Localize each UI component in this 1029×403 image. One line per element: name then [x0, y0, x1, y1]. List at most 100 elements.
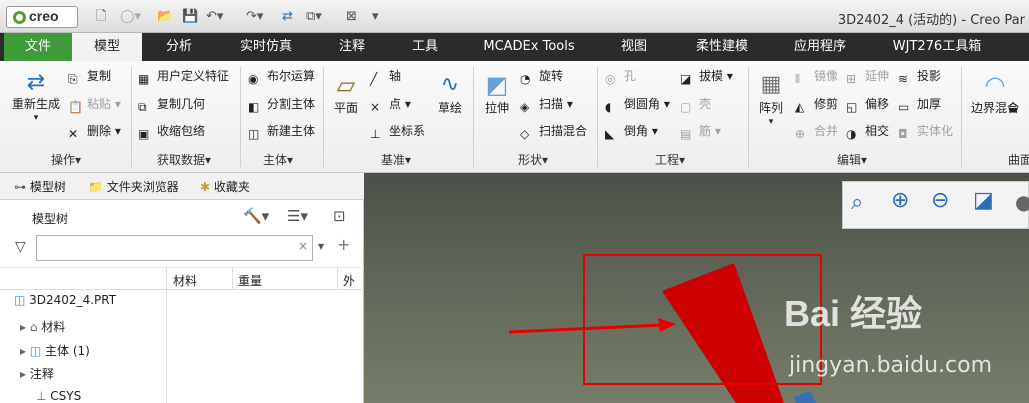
- delete-button[interactable]: ✕ 删除 ▾: [68, 123, 121, 142]
- group-operations[interactable]: 操作▾: [51, 151, 81, 168]
- rib-button[interactable]: ▤ 筋 ▾: [680, 123, 721, 142]
- graphics-viewport[interactable]: ⌕ ⊕ ⊖ ◪ ● Bai 经验 jingyan.baidu.com: [364, 173, 1029, 403]
- offset-icon: ◱: [846, 100, 858, 114]
- solidify-button[interactable]: ◘ 实体化: [898, 123, 953, 142]
- undo-icon[interactable]: ↶▾: [206, 8, 223, 26]
- pattern-button[interactable]: ▦ 阵列 ▾: [754, 69, 788, 129]
- tree-title: 模型树: [32, 212, 69, 226]
- separator: [597, 67, 598, 167]
- window-title: 3D2402_4 (活动的) - Creo Par: [837, 13, 1025, 28]
- tab-annotate[interactable]: 注释: [322, 33, 382, 61]
- separator: [748, 67, 749, 167]
- copy-button[interactable]: ⎘ 复制: [68, 68, 111, 87]
- swept-blend-button[interactable]: ◇ 扫描混合: [520, 123, 587, 142]
- revolve-button[interactable]: ◔ 旋转: [520, 68, 563, 87]
- column-more[interactable]: 外: [343, 272, 355, 289]
- swept-blend-icon: ◇: [520, 127, 530, 141]
- clear-search-icon[interactable]: ×: [298, 239, 308, 253]
- extrude-button[interactable]: ◩ 拉伸: [478, 69, 516, 115]
- filter-icon[interactable]: ▽: [15, 239, 26, 255]
- paste-button[interactable]: 📋 粘贴 ▾: [68, 96, 121, 115]
- tab-favorites[interactable]: ✱ 收藏夹: [200, 178, 250, 195]
- project-button[interactable]: ≋ 投影: [898, 68, 941, 87]
- udf-button[interactable]: ▦ 用户定义特征: [138, 68, 229, 87]
- round-button[interactable]: ◖ 倒圆角 ▾: [605, 96, 670, 115]
- tree-item-part[interactable]: ◫ 3D2402_4.PRT: [14, 293, 116, 307]
- tab-live-simulation[interactable]: 实时仿真: [226, 33, 306, 61]
- model-tree-panel: ⊶ 模型树 📁 文件夹浏览器 ✱ 收藏夹 模型树 🔨▾ ☰▾ ⊡ ▽ × ▾ +…: [0, 173, 364, 403]
- tree-item-csys[interactable]: ⊥ CSYS: [36, 389, 81, 403]
- group-get-data[interactable]: 获取数据▾: [157, 151, 211, 168]
- group-engineering[interactable]: 工程▾: [655, 151, 685, 168]
- separator: [961, 67, 962, 167]
- body-icon: ◫: [29, 344, 45, 358]
- shrinkwrap-button[interactable]: ▣ 收缩包络: [138, 123, 205, 142]
- close-window-icon[interactable]: ⊠: [346, 8, 357, 26]
- tree-filter-icon[interactable]: ⊡: [333, 207, 346, 225]
- split-body-button[interactable]: ◧ 分割主体: [248, 96, 315, 115]
- tab-flexible-modeling[interactable]: 柔性建模: [684, 33, 760, 61]
- open-folder-icon[interactable]: 📂: [157, 8, 173, 26]
- plane-button[interactable]: ▱ 平面: [328, 69, 364, 115]
- surface-more-button[interactable]: ◒: [1008, 96, 1027, 115]
- regenerate-icon[interactable]: ⇄: [282, 8, 293, 26]
- new-body-button[interactable]: ◫ 新建主体: [248, 123, 315, 142]
- axis-button[interactable]: ╱ 轴: [370, 68, 401, 87]
- tree-item-body[interactable]: ▸ ◫ 主体 (1): [20, 342, 90, 359]
- hole-button[interactable]: ◎ 孔: [605, 68, 636, 87]
- tab-wjt276-toolbox[interactable]: WJT276工具箱: [880, 33, 994, 61]
- new-file-icon[interactable]: 🗋: [96, 8, 106, 26]
- project-icon: ≋: [898, 72, 909, 86]
- offset-button[interactable]: ◱ 偏移: [846, 96, 889, 115]
- open-recent-icon[interactable]: ◯▾: [120, 8, 141, 26]
- merge-button[interactable]: ⊕ 合并: [795, 123, 838, 142]
- tree-tools-icon[interactable]: 🔨▾: [243, 207, 269, 225]
- csys-button[interactable]: ⊥ 坐标系: [370, 123, 425, 142]
- windows-icon[interactable]: ⧉▾: [306, 8, 322, 26]
- tab-model-tree[interactable]: ⊶ 模型树: [14, 178, 66, 195]
- title-bar: creo 🗋 ◯▾ 📂 💾 ↶▾ ↷▾ ⇄ ⧉▾ ⊠ ▾ 3D2402_4 (活…: [0, 0, 1029, 33]
- copy-geometry-button[interactable]: ⧉ 复制几何: [138, 96, 205, 115]
- shell-button[interactable]: ▢ 壳: [680, 96, 711, 115]
- chamfer-button[interactable]: ◣ 倒角 ▾: [605, 123, 658, 142]
- group-editing[interactable]: 编辑▾: [837, 151, 867, 168]
- column-weight[interactable]: 重量: [238, 272, 262, 289]
- group-body[interactable]: 主体▾: [263, 151, 293, 168]
- group-datum[interactable]: 基准▾: [381, 151, 411, 168]
- mirror-icon: ⫴: [795, 72, 801, 86]
- sweep-button[interactable]: ◈ 扫描 ▾: [520, 96, 573, 115]
- tab-tools[interactable]: 工具: [396, 33, 454, 61]
- tab-folder-browser[interactable]: 📁 文件夹浏览器: [88, 178, 179, 195]
- merge-icon: ⊕: [795, 127, 806, 141]
- tab-applications[interactable]: 应用程序: [780, 33, 860, 61]
- add-icon[interactable]: +: [337, 235, 350, 254]
- extend-button[interactable]: ⊞ 延伸: [846, 68, 889, 87]
- tab-mcadex-tools[interactable]: MCADEx Tools: [474, 33, 584, 61]
- point-button[interactable]: × 点 ▾: [370, 96, 411, 115]
- save-icon[interactable]: 💾: [182, 8, 198, 26]
- tab-model[interactable]: 模型: [72, 33, 142, 61]
- column-material[interactable]: 材料: [173, 272, 197, 289]
- tree-search-input[interactable]: [36, 235, 313, 261]
- copy-icon: ⎘: [68, 72, 78, 86]
- group-surfaces[interactable]: 曲面: [1008, 151, 1029, 168]
- draft-button[interactable]: ◪ 拔模 ▾: [680, 68, 733, 87]
- group-shapes[interactable]: 形状▾: [518, 151, 548, 168]
- customize-toolbar-icon[interactable]: ▾: [372, 8, 379, 26]
- sketch-button[interactable]: ∿ 草绘: [430, 69, 470, 115]
- panel-tabs: ⊶ 模型树 📁 文件夹浏览器 ✱ 收藏夹: [0, 173, 364, 200]
- regenerate-button[interactable]: ⇄ 重新生成 ▾: [8, 69, 64, 125]
- redo-icon[interactable]: ↷▾: [246, 8, 263, 26]
- thicken-button[interactable]: ▭ 加厚: [898, 96, 941, 115]
- boolean-button[interactable]: ◉ 布尔运算: [248, 68, 315, 87]
- tree-item-annotation[interactable]: ▸ 注释: [20, 365, 54, 382]
- tab-analysis[interactable]: 分析: [146, 33, 212, 61]
- tree-item-material[interactable]: ▸ ⌂ 材料: [20, 318, 65, 335]
- intersect-button[interactable]: ◑ 相交: [846, 123, 889, 142]
- search-dropdown-icon[interactable]: ▾: [318, 239, 324, 253]
- trim-button[interactable]: ◭ 修剪: [795, 96, 838, 115]
- tree-settings-icon[interactable]: ☰▾: [287, 207, 308, 225]
- tab-view[interactable]: 视图: [606, 33, 662, 61]
- mirror-button[interactable]: ⫴ 镜像: [795, 68, 838, 87]
- tab-file[interactable]: 文件: [4, 33, 72, 61]
